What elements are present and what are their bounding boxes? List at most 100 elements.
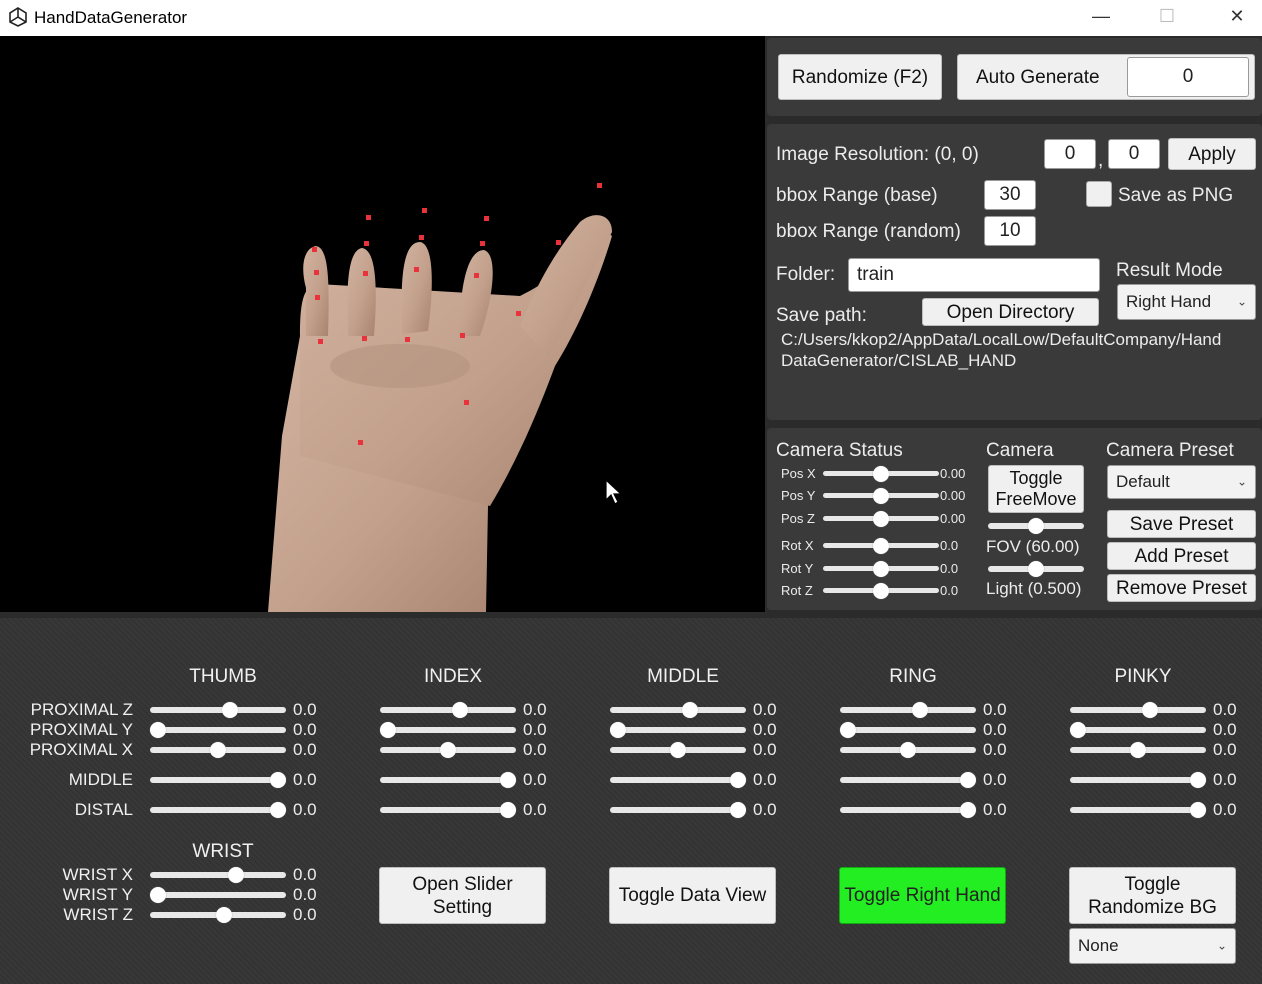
minimize-button[interactable]: — — [1078, 0, 1124, 32]
finger-column-title: INDEX — [423, 666, 483, 687]
finger-slider-handle[interactable] — [730, 802, 746, 818]
finger-slider-handle[interactable] — [500, 802, 516, 818]
finger-slider-track[interactable] — [380, 707, 516, 713]
toggle-randomize-bg-button[interactable]: Toggle Randomize BG — [1069, 867, 1236, 924]
finger-slider-track[interactable] — [840, 707, 976, 713]
wrist-slider-track[interactable] — [150, 872, 286, 878]
maximize-button[interactable]: ☐ — [1144, 0, 1190, 32]
render-viewport[interactable] — [0, 36, 765, 612]
finger-slider-track[interactable] — [1070, 727, 1206, 733]
finger-slider-track[interactable] — [840, 727, 976, 733]
camera-status-label: Pos Y — [781, 488, 816, 503]
finger-row-label: PROXIMAL X — [29, 740, 133, 759]
finger-slider-handle[interactable] — [222, 702, 238, 718]
finger-slider-track[interactable] — [1070, 777, 1206, 783]
finger-slider-track[interactable] — [380, 807, 516, 813]
bbox-base-input[interactable]: 30 — [984, 180, 1036, 210]
finger-slider-handle[interactable] — [210, 742, 226, 758]
finger-slider-handle[interactable] — [730, 772, 746, 788]
save-path-label: Save path: — [776, 305, 867, 326]
finger-slider-handle[interactable] — [500, 772, 516, 788]
keypoint-marker — [364, 241, 369, 246]
finger-slider-track[interactable] — [610, 727, 746, 733]
fov-slider-handle[interactable] — [1028, 518, 1044, 534]
camera-status-slider-handle[interactable] — [873, 488, 889, 504]
keypoint-marker — [597, 183, 602, 188]
finger-slider-track[interactable] — [150, 777, 286, 783]
finger-slider-handle[interactable] — [440, 742, 456, 758]
finger-slider-handle[interactable] — [682, 702, 698, 718]
finger-slider-handle[interactable] — [610, 722, 626, 738]
result-mode-select[interactable]: Right Hand ⌄ — [1117, 284, 1256, 320]
finger-slider-track[interactable] — [1070, 707, 1206, 713]
camera-preset-select[interactable]: Default ⌄ — [1107, 465, 1256, 499]
wrist-slider-handle[interactable] — [228, 867, 244, 883]
chevron-down-icon: ⌄ — [1236, 294, 1247, 309]
finger-control-panel: THUMB 0.0 0.0 0.0 0.0 0.0 INDEX 0.0 0.0 0.0 0.0 0.0… — [0, 618, 1262, 984]
bbox-random-input[interactable]: 10 — [984, 216, 1036, 246]
remove-preset-button[interactable]: Remove Preset — [1107, 574, 1256, 602]
camera-status-slider-handle[interactable] — [873, 538, 889, 554]
finger-slider-handle[interactable] — [270, 772, 286, 788]
finger-slider-track[interactable] — [1070, 807, 1206, 813]
finger-slider-track[interactable] — [150, 727, 286, 733]
finger-slider-track[interactable] — [610, 707, 746, 713]
chevron-down-icon: ⌄ — [1216, 938, 1227, 953]
finger-slider-track[interactable] — [380, 727, 516, 733]
finger-slider-track[interactable] — [610, 777, 746, 783]
finger-slider-handle[interactable] — [900, 742, 916, 758]
light-slider-handle[interactable] — [1028, 561, 1044, 577]
finger-slider-handle[interactable] — [1190, 772, 1206, 788]
finger-slider-track[interactable] — [840, 777, 976, 783]
finger-slider-handle[interactable] — [1190, 802, 1206, 818]
camera-status-slider-handle[interactable] — [873, 561, 889, 577]
save-preset-button[interactable]: Save Preset — [1107, 510, 1256, 538]
finger-slider-handle[interactable] — [452, 702, 468, 718]
open-slider-setting-button[interactable]: Open Slider Setting — [379, 867, 546, 924]
chevron-down-icon: ⌄ — [1236, 474, 1247, 489]
finger-slider-track[interactable] — [840, 807, 976, 813]
open-directory-button[interactable]: Open Directory — [922, 298, 1099, 326]
finger-slider-track[interactable] — [380, 777, 516, 783]
toggle-right-hand-button[interactable]: Toggle Right Hand — [839, 867, 1006, 924]
finger-column-title: PINKY — [1114, 666, 1172, 687]
camera-status-slider-handle[interactable] — [873, 583, 889, 599]
finger-slider-handle[interactable] — [670, 742, 686, 758]
finger-slider-track[interactable] — [150, 707, 286, 713]
resolution-width-input[interactable]: 0 — [1044, 139, 1096, 169]
finger-column-title: MIDDLE — [647, 666, 719, 687]
camera-status-slider-handle[interactable] — [873, 466, 889, 482]
resolution-height-input[interactable]: 0 — [1108, 139, 1160, 169]
toggle-data-view-button[interactable]: Toggle Data View — [609, 867, 776, 924]
randomize-button[interactable]: Randomize (F2) — [778, 54, 942, 100]
finger-slider-handle[interactable] — [1130, 742, 1146, 758]
finger-slider-handle[interactable] — [840, 722, 856, 738]
add-preset-button[interactable]: Add Preset — [1107, 542, 1256, 570]
finger-slider-handle[interactable] — [960, 802, 976, 818]
folder-input[interactable]: train — [848, 258, 1100, 292]
wrist-slider-handle[interactable] — [150, 887, 166, 903]
bbox-base-label: bbox Range (base) — [776, 185, 938, 206]
finger-slider-handle[interactable] — [960, 772, 976, 788]
finger-slider-handle[interactable] — [150, 722, 166, 738]
finger-slider-value: 0.0 — [523, 740, 547, 759]
close-button[interactable]: ✕ — [1214, 0, 1260, 32]
finger-slider-handle[interactable] — [1142, 702, 1158, 718]
keypoint-marker — [414, 267, 419, 272]
finger-slider-handle[interactable] — [1070, 722, 1086, 738]
wrist-slider-handle[interactable] — [216, 907, 232, 923]
finger-slider-track[interactable] — [150, 807, 286, 813]
finger-slider-value: 0.0 — [753, 770, 777, 789]
finger-slider-handle[interactable] — [270, 802, 286, 818]
finger-slider-handle[interactable] — [380, 722, 396, 738]
wrist-slider-track[interactable] — [150, 892, 286, 898]
finger-slider-track[interactable] — [610, 807, 746, 813]
auto-generate-count-input[interactable]: 0 — [1127, 57, 1249, 97]
bbox-random-label: bbox Range (random) — [776, 221, 961, 242]
finger-slider-handle[interactable] — [912, 702, 928, 718]
apply-button[interactable]: Apply — [1168, 138, 1256, 170]
save-png-checkbox[interactable] — [1086, 181, 1112, 207]
toggle-freemove-button[interactable]: Toggle FreeMove — [988, 465, 1084, 513]
camera-status-slider-handle[interactable] — [873, 511, 889, 527]
background-select[interactable]: None ⌄ — [1069, 928, 1236, 964]
